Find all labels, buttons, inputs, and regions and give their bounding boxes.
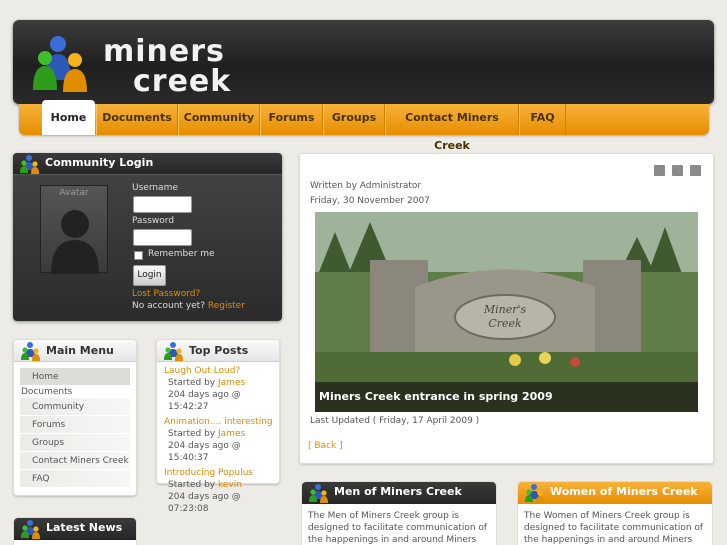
top-posts-title-text: Top Posts [189, 344, 249, 357]
entrance-photo: Miner's Creek Miners Creek entrance in s… [315, 212, 698, 412]
men-group-title-text: Men of Miners Creek [334, 485, 462, 498]
nav-contact[interactable]: Contact Miners Creek [385, 104, 519, 152]
top-post-item: Animation.... interesting Started by Jam… [157, 416, 279, 464]
main-menu-title-text: Main Menu [46, 344, 114, 357]
nav-home[interactable]: Home [42, 100, 95, 135]
top-post-author-line: Started by James [164, 428, 279, 440]
top-posts-title: Top Posts [157, 340, 279, 362]
top-post-meta: 204 days ago @ 15:40:37 [168, 441, 241, 463]
latest-news-title: Latest News [14, 518, 136, 540]
started-by-label: Started by [168, 480, 216, 490]
women-group-title: Women of Miners Creek [518, 482, 712, 504]
top-post-meta: 204 days ago @ 07:23:08 [168, 492, 241, 514]
people-icon [309, 484, 328, 503]
article-author: Written by Administrator [310, 181, 422, 191]
nav-forums[interactable]: Forums [260, 104, 323, 135]
started-by-label: Started by [168, 429, 216, 439]
menu-item-groups[interactable]: Groups [20, 434, 130, 452]
nav-groups[interactable]: Groups [323, 104, 385, 135]
top-post-author-link[interactable]: James [218, 429, 245, 439]
password-input[interactable] [133, 229, 192, 246]
women-group-title-text: Women of Miners Creek [550, 485, 698, 498]
menu-item-documents[interactable]: Documents [14, 386, 136, 398]
lost-password-link[interactable]: Lost Password? [132, 289, 200, 299]
password-label: Password [132, 216, 175, 226]
main-menu-title: Main Menu [14, 340, 136, 362]
nav-documents[interactable]: Documents [96, 104, 178, 135]
no-account-label: No account yet? [132, 301, 205, 311]
men-group-description: The Men of Miners Creek group is designe… [308, 511, 488, 545]
login-title-text: Community Login [45, 156, 154, 169]
men-group-title: Men of Miners Creek [302, 482, 496, 504]
top-post-author-link[interactable]: James [218, 378, 245, 388]
no-account-text: No account yet? Register [132, 301, 245, 311]
women-group-description: The Women of Miners Creek group is desig… [524, 511, 704, 545]
top-post-author-line: Started by kevin [164, 479, 279, 491]
nav-community[interactable]: Community [178, 104, 260, 135]
people-icon [525, 484, 544, 503]
people-logo-icon[interactable] [31, 32, 95, 96]
print-icon[interactable] [672, 165, 683, 176]
avatar-silhouette-icon [51, 210, 99, 274]
svg-text:Creek: Creek [488, 317, 522, 330]
back-link[interactable]: [ Back ] [308, 441, 343, 451]
main-menu-panel: Main Menu Home Documents Community Forum… [13, 339, 137, 496]
men-group-panel: Men of Miners Creek The Men of Miners Cr… [301, 481, 497, 545]
site-header: miners creek [13, 20, 714, 104]
women-group-panel: Women of Miners Creek The Women of Miner… [517, 481, 713, 545]
latest-news-panel: Latest News [13, 517, 137, 545]
remember-me-checkbox[interactable] [134, 251, 143, 260]
register-link[interactable]: Register [208, 301, 245, 311]
pdf-icon[interactable] [654, 165, 665, 176]
svg-text:Miner's: Miner's [483, 303, 527, 316]
top-posts-panel: Top Posts Laugh Out Loud? Started by Jam… [156, 339, 280, 514]
latest-news-title-text: Latest News [46, 521, 123, 534]
username-input[interactable] [133, 196, 192, 213]
remember-me-label: Remember me [148, 249, 215, 259]
menu-item-home[interactable]: Home [20, 368, 130, 386]
top-post-link[interactable]: Introducing Populus [164, 467, 279, 479]
login-title: Community Login [13, 153, 282, 175]
nav-faq[interactable]: FAQ [519, 104, 566, 135]
top-post-item: Laugh Out Loud? Started by James 204 day… [157, 365, 279, 413]
people-icon [21, 342, 40, 361]
article-date: Friday, 30 November 2007 [310, 196, 430, 206]
last-updated: Last Updated ( Friday, 17 April 2009 ) [310, 416, 480, 426]
username-label: Username [132, 183, 178, 193]
menu-item-contact[interactable]: Contact Miners Creek [20, 452, 130, 470]
started-by-label: Started by [168, 378, 216, 388]
menu-item-forums[interactable]: Forums [20, 416, 130, 434]
article-panel: Written by Administrator Friday, 30 Nove… [299, 153, 714, 464]
people-icon [164, 342, 183, 361]
top-post-link[interactable]: Laugh Out Loud? [164, 365, 279, 377]
login-button[interactable]: Login [133, 265, 166, 286]
avatar-label: Avatar [59, 188, 89, 198]
top-post-item: Introducing Populus Started by kevin 204… [157, 467, 279, 515]
top-post-meta: 204 days ago @ 15:42:27 [168, 390, 241, 412]
avatar: Avatar [40, 185, 108, 274]
top-post-author-link[interactable]: kevin [218, 480, 242, 490]
people-icon [21, 520, 40, 539]
photo-caption-bar: Miners Creek entrance in spring 2009 [315, 382, 698, 412]
people-icon [20, 155, 39, 174]
photo-caption: Miners Creek entrance in spring 2009 [319, 390, 553, 403]
email-icon[interactable] [690, 165, 701, 176]
top-post-link[interactable]: Animation.... interesting [164, 416, 279, 428]
main-navigation: Home Documents Community Forums Groups C… [19, 100, 709, 152]
top-post-author-line: Started by James [164, 377, 279, 389]
community-login-panel: Community Login Avatar Username Password… [13, 153, 282, 321]
logo-text-creek[interactable]: creek [133, 64, 231, 99]
menu-item-faq[interactable]: FAQ [20, 470, 130, 488]
menu-item-community[interactable]: Community [20, 398, 130, 416]
